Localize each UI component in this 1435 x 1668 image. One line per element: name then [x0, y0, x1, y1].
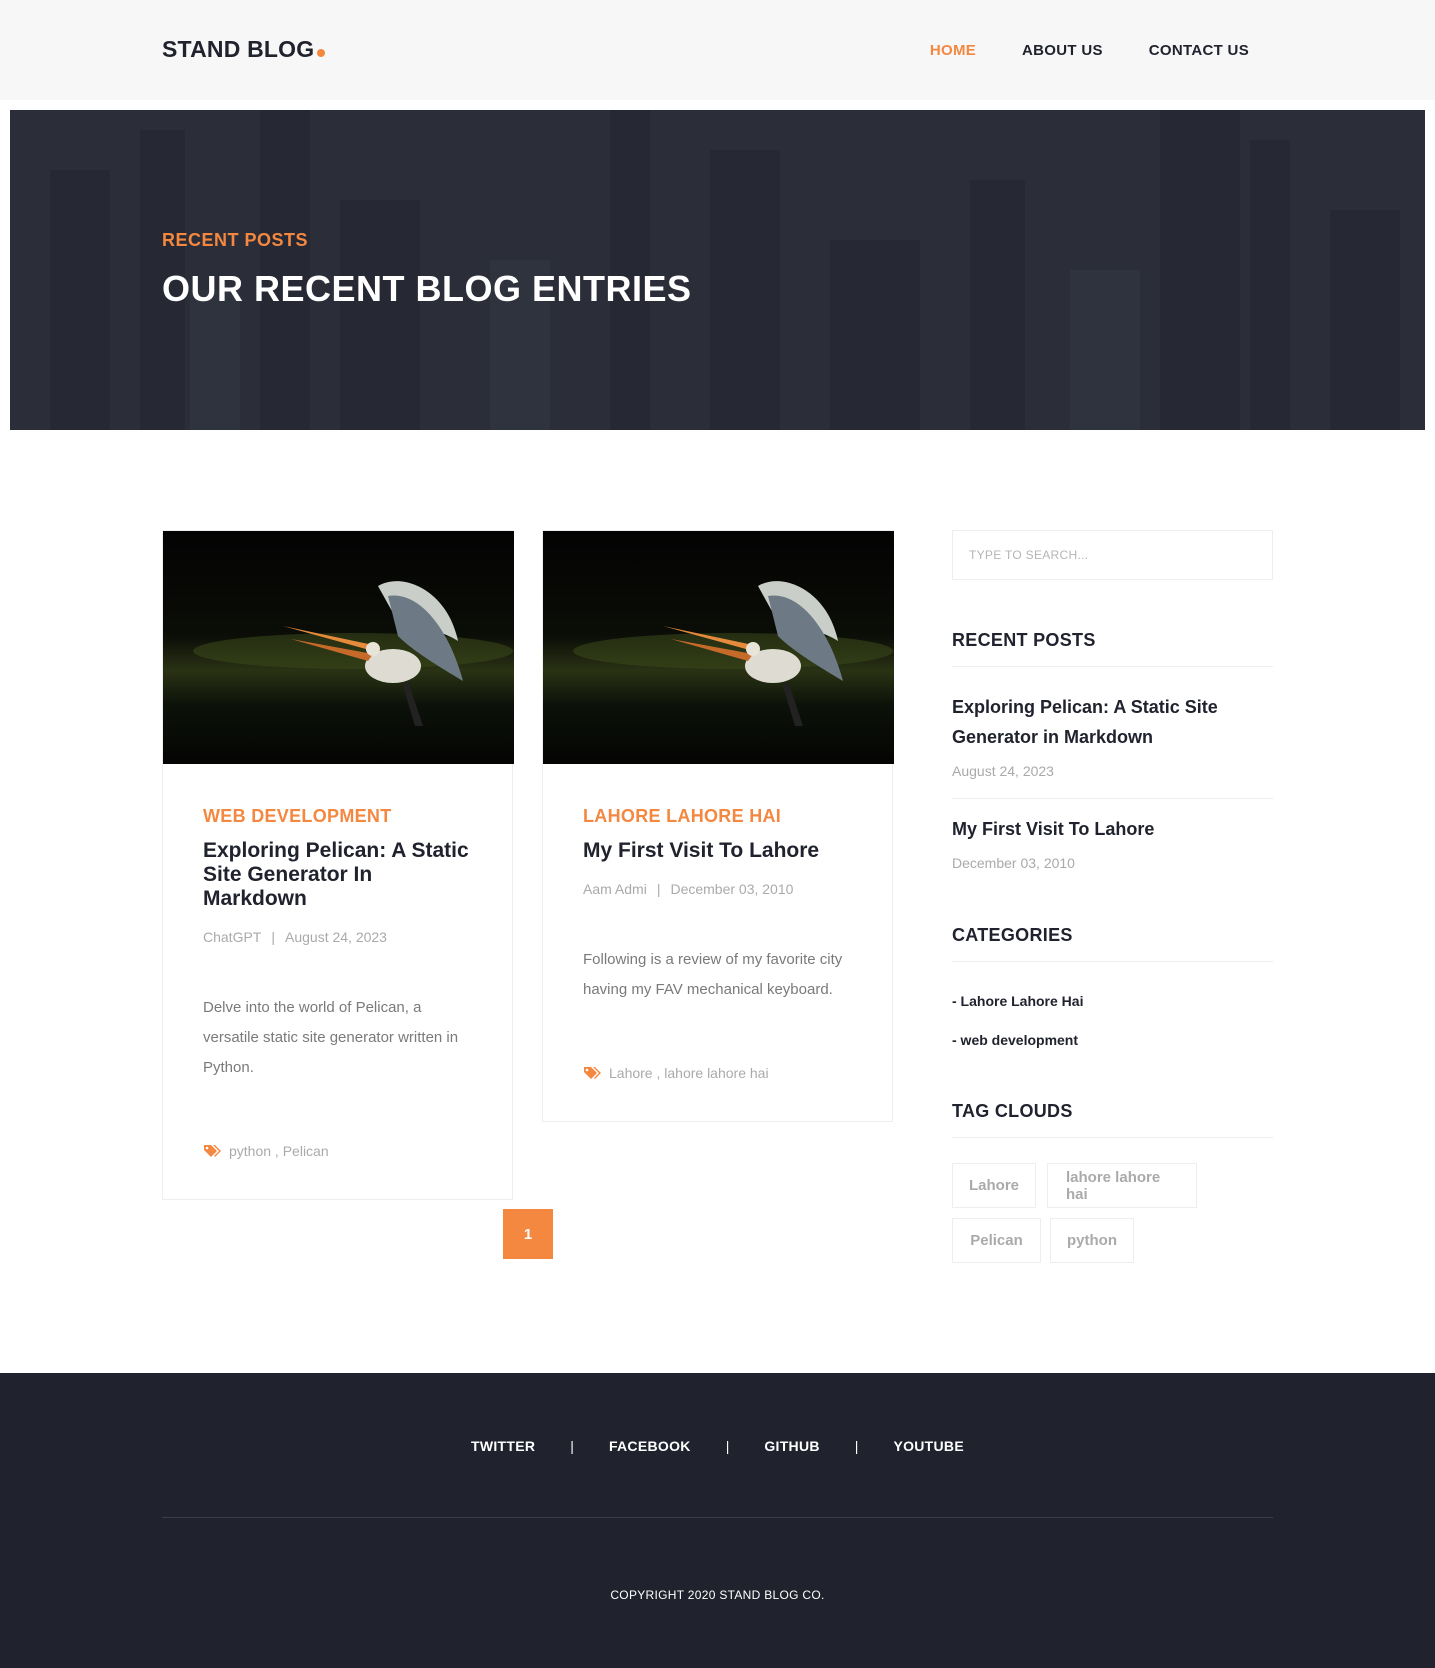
hero-banner: RECENT POSTS OUR RECENT BLOG ENTRIES — [10, 110, 1425, 430]
post-excerpt: Following is a review of my favorite cit… — [583, 951, 843, 998]
post-meta: ChatGPT | August 24, 2023 — [203, 929, 472, 945]
tag-clouds-heading: TAG CLOUDS — [952, 1101, 1273, 1138]
facebook-link[interactable]: FACEBOOK — [609, 1438, 691, 1454]
tag-cloud-item[interactable]: Lahore — [952, 1163, 1036, 1208]
recent-post-date: December 03, 2010 — [952, 855, 1075, 871]
post-body: LAHORE LAHORE HAI My First Visit To Laho… — [543, 764, 892, 1121]
social-separator: | — [854, 1438, 859, 1454]
recent-post-link[interactable]: Exploring Pelican: A Static Site Generat… — [952, 692, 1252, 752]
post-date: December 03, 2010 — [670, 881, 794, 897]
tags-icon — [204, 1145, 221, 1157]
post-category-link[interactable]: WEB DEVELOPMENT — [203, 806, 472, 827]
post-date: August 24, 2023 — [285, 929, 387, 945]
tag-cloud-item[interactable]: python — [1050, 1218, 1134, 1263]
categories-heading: CATEGORIES — [952, 925, 1273, 962]
post-image[interactable] — [543, 531, 894, 764]
social-separator: | — [570, 1438, 574, 1454]
youtube-link[interactable]: YOUTUBE — [893, 1438, 964, 1454]
logo-text: STAND BLOG — [162, 36, 315, 62]
pelican-photo-icon — [543, 531, 894, 764]
nav-about-link[interactable]: ABOUT US — [1022, 42, 1103, 59]
nav-home-link[interactable]: HOME — [930, 42, 976, 59]
social-separator: | — [725, 1438, 730, 1454]
post-body: WEB DEVELOPMENT Exploring Pelican: A Sta… — [163, 764, 512, 1199]
tags-icon — [584, 1067, 601, 1079]
category-link[interactable]: - Lahore Lahore Hai — [952, 993, 1083, 1009]
post-card: WEB DEVELOPMENT Exploring Pelican: A Sta… — [162, 530, 514, 1200]
hero-title: OUR RECENT BLOG ENTRIES — [162, 268, 692, 309]
post-tag-list[interactable]: Lahore , lahore lahore hai — [609, 1065, 769, 1081]
tag-cloud-item[interactable]: Pelican — [952, 1218, 1041, 1263]
post-meta: Aam Admi | December 03, 2010 — [583, 881, 852, 897]
search-input[interactable] — [952, 530, 1273, 580]
footer-divider — [162, 1517, 1273, 1518]
recent-post-date: August 24, 2023 — [952, 763, 1054, 779]
category-link[interactable]: - web development — [952, 1032, 1078, 1048]
nav-contact-link[interactable]: CONTACT US — [1149, 42, 1249, 59]
pagination-page-1[interactable]: 1 — [503, 1209, 553, 1259]
post-category-link[interactable]: LAHORE LAHORE HAI — [583, 806, 852, 827]
post-author[interactable]: Aam Admi — [583, 881, 647, 897]
post-title[interactable]: My First Visit To Lahore — [583, 839, 852, 863]
post-excerpt: Delve into the world of Pelican, a versa… — [203, 999, 459, 1076]
pelican-photo-icon — [163, 531, 514, 764]
post-card: LAHORE LAHORE HAI My First Visit To Laho… — [542, 530, 894, 1122]
site-logo[interactable]: STAND BLOG — [162, 36, 326, 63]
copyright-text: COPYRIGHT 2020 STAND BLOG CO. — [610, 1588, 825, 1602]
post-image[interactable] — [163, 531, 514, 764]
main-nav: HOME ABOUT US CONTACT US — [930, 42, 1249, 59]
social-links: TWITTER | FACEBOOK | GITHUB | YOUTUBE — [0, 1438, 1435, 1454]
recent-post-divider — [952, 798, 1273, 799]
logo-dot — [317, 49, 326, 57]
site-footer: TWITTER | FACEBOOK | GITHUB | YOUTUBE CO… — [0, 1373, 1435, 1668]
recent-post-link[interactable]: My First Visit To Lahore — [952, 814, 1252, 844]
site-header: STAND BLOG HOME ABOUT US CONTACT US — [0, 0, 1435, 100]
post-tags: Lahore , lahore lahore hai — [583, 1065, 852, 1081]
github-link[interactable]: GITHUB — [764, 1438, 819, 1454]
meta-separator: | — [271, 929, 275, 945]
twitter-link[interactable]: TWITTER — [471, 1438, 535, 1454]
post-author[interactable]: ChatGPT — [203, 929, 261, 945]
tag-cloud-item[interactable]: lahore lahore hai — [1047, 1163, 1197, 1208]
meta-separator: | — [656, 881, 661, 897]
hero-label: RECENT POSTS — [162, 230, 309, 250]
post-tags: python , Pelican — [203, 1143, 472, 1159]
post-title[interactable]: Exploring Pelican: A Static Site Generat… — [203, 839, 472, 911]
post-tag-list[interactable]: python , Pelican — [229, 1143, 329, 1159]
recent-posts-heading: RECENT POSTS — [952, 630, 1273, 667]
